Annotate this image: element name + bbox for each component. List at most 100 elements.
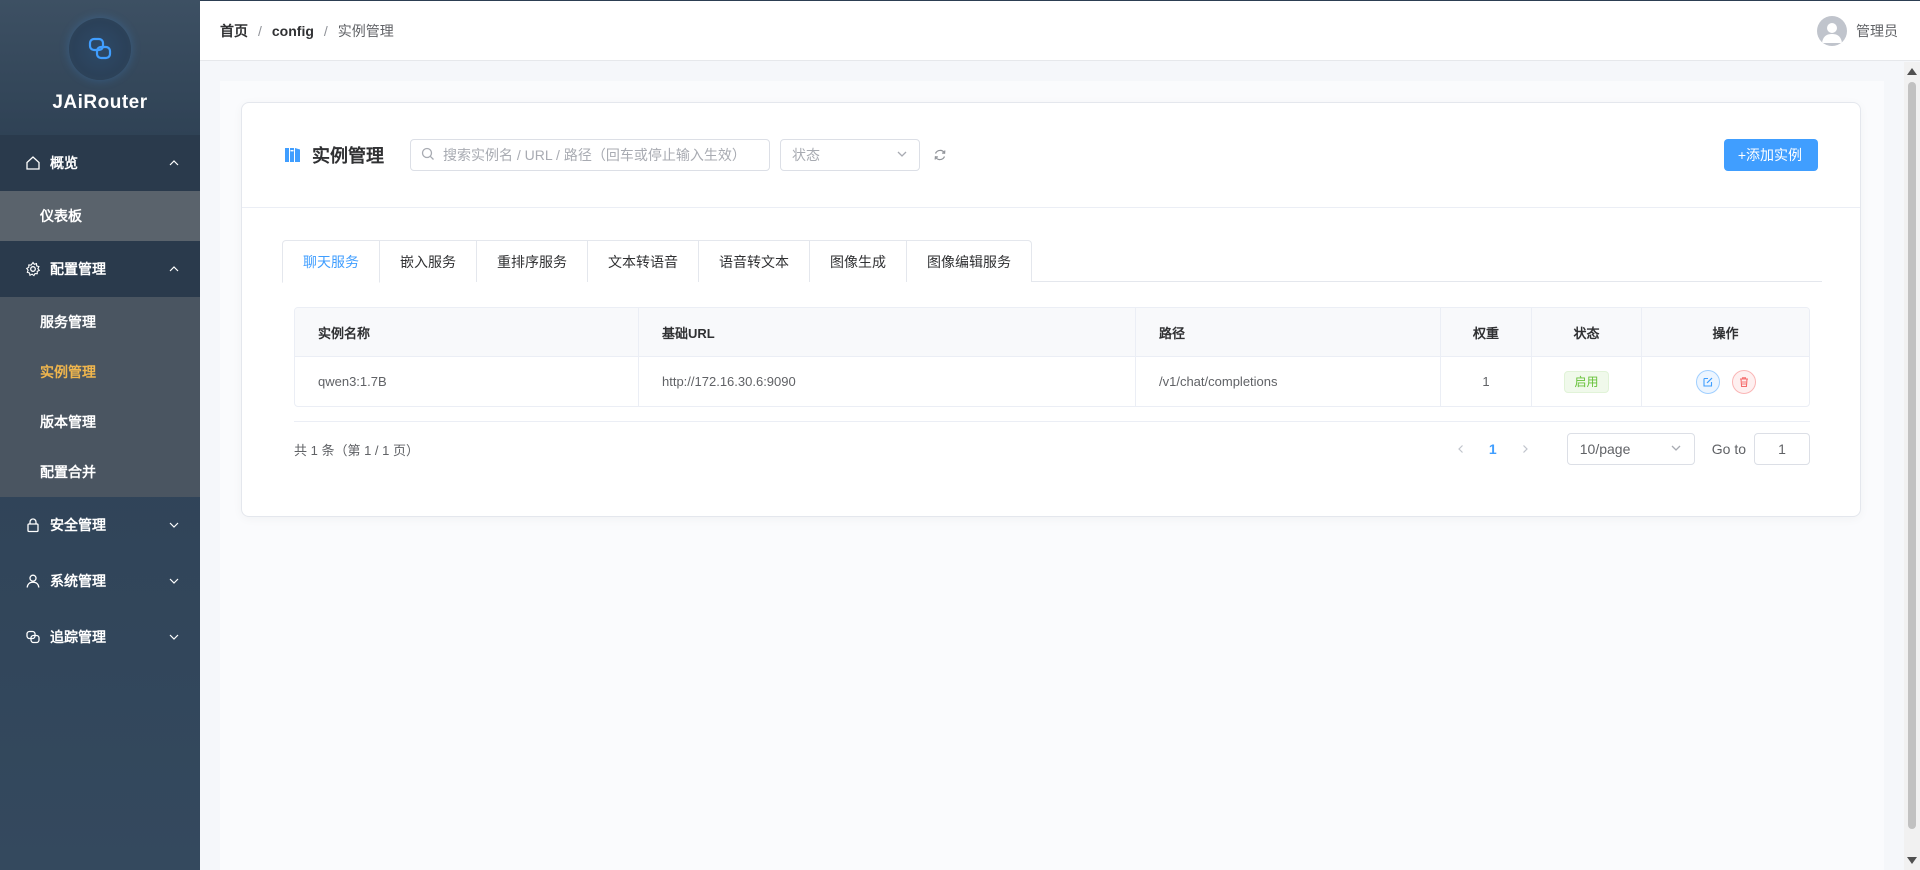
prev-page-button[interactable] <box>1449 437 1473 461</box>
link-logo-icon <box>88 37 112 60</box>
goto-label: Go to <box>1711 441 1746 457</box>
delete-button[interactable] <box>1731 369 1756 394</box>
chevron-up-icon <box>168 263 180 275</box>
breadcrumb-current: 实例管理 <box>337 22 394 39</box>
status-badge: 启用 <box>1564 370 1609 393</box>
tab-chat[interactable]: 聊天服务 <box>282 240 380 283</box>
avatar <box>1817 15 1847 46</box>
breadcrumb-home[interactable]: 首页 <box>220 21 248 41</box>
scrollbar-thumb[interactable] <box>1908 82 1916 829</box>
sidebar-item-config-merge[interactable]: 配置合并 <box>0 447 200 497</box>
sidebar: JAiRouter 概览 仪表板 配置管理 服务管理 实例管理 版本管理 配置合… <box>0 0 200 870</box>
user-menu[interactable]: 管理员 <box>1817 15 1898 46</box>
cell-actions <box>1642 357 1809 406</box>
cell-status: 启用 <box>1532 357 1642 406</box>
menu-group-label: 追踪管理 <box>50 629 106 645</box>
submenu-config: 服务管理 实例管理 版本管理 配置合并 <box>0 297 200 497</box>
menu-group-overview[interactable]: 概览 <box>0 135 200 191</box>
cell-weight: 1 <box>1441 357 1532 406</box>
tab-rerank[interactable]: 重排序服务 <box>477 240 588 282</box>
chevron-down-icon <box>168 631 180 643</box>
menu-group-config[interactable]: 配置管理 <box>0 241 200 297</box>
user-avatar-icon <box>1822 22 1842 43</box>
tab-stt[interactable]: 语音转文本 <box>699 240 810 282</box>
sidebar-item-versions[interactable]: 版本管理 <box>0 397 200 447</box>
column-header: 基础URL <box>639 308 1136 356</box>
page-size-select[interactable]: 10/page <box>1566 433 1695 465</box>
chevron-down-icon <box>168 519 180 531</box>
main-content: 实例管理 状态 +添加实例 聊天服务 嵌入服务 重排序服务 文本转语音 语音转文 <box>220 81 1884 870</box>
tab-tts[interactable]: 文本转语音 <box>588 240 699 282</box>
gear-icon <box>24 260 42 278</box>
page-title-text: 实例管理 <box>312 146 384 166</box>
column-header: 权重 <box>1441 308 1532 356</box>
scroll-up-arrow-icon[interactable] <box>1907 68 1917 75</box>
chevron-up-icon <box>168 157 180 169</box>
menu-group-label: 概览 <box>50 155 78 171</box>
service-tabs: 聊天服务 嵌入服务 重排序服务 文本转语音 语音转文本 图像生成 图像编辑服务 <box>282 240 1822 283</box>
chevron-down-icon <box>896 147 908 163</box>
chevron-down-icon <box>1670 441 1682 457</box>
breadcrumb: 首页 / config / 实例管理 <box>220 21 394 41</box>
page-number[interactable]: 1 <box>1481 441 1505 457</box>
search-box <box>410 139 770 171</box>
edit-button[interactable] <box>1695 369 1720 394</box>
column-header: 状态 <box>1532 308 1642 356</box>
app-logo <box>69 18 131 80</box>
breadcrumb-separator: / <box>258 22 262 39</box>
divider <box>294 421 1810 422</box>
cell-instance-name: qwen3:1.7B <box>295 357 639 406</box>
trace-icon <box>24 628 42 646</box>
refresh-icon[interactable] <box>932 147 948 163</box>
scrollbar[interactable] <box>1904 62 1920 870</box>
pagination-total: 共 1 条（第 1 / 1 页） <box>294 442 419 458</box>
submenu-overview: 仪表板 <box>0 191 200 241</box>
search-input[interactable] <box>443 147 759 163</box>
table-header: 实例名称 基础URL 路径 权重 状态 操作 <box>295 308 1809 356</box>
menu-group-security[interactable]: 安全管理 <box>0 497 200 553</box>
status-select[interactable]: 状态 <box>780 139 920 171</box>
instance-table: 实例名称 基础URL 路径 权重 状态 操作 qwen3:1.7B http:/… <box>294 307 1810 407</box>
edit-icon <box>1702 377 1712 387</box>
menu-group-label: 配置管理 <box>50 261 106 277</box>
card-header: 实例管理 状态 +添加实例 <box>242 103 1860 208</box>
cell-base-url: http://172.16.30.6:9090 <box>639 357 1136 406</box>
cell-path: /v1/chat/completions <box>1136 357 1441 406</box>
page-title: 实例管理 <box>284 142 384 168</box>
app-name: JAiRouter <box>52 92 148 113</box>
tab-image-gen[interactable]: 图像生成 <box>810 240 907 282</box>
scroll-down-arrow-icon[interactable] <box>1907 857 1917 864</box>
user-name: 管理员 <box>1856 22 1898 39</box>
goto-input[interactable]: 1 <box>1754 433 1810 465</box>
instance-card: 实例管理 状态 +添加实例 聊天服务 嵌入服务 重排序服务 文本转语音 语音转文 <box>241 102 1861 517</box>
pagination: 共 1 条（第 1 / 1 页） 1 10/page Go to 1 <box>294 433 1810 465</box>
trash-icon <box>1739 376 1748 387</box>
status-select-placeholder: 状态 <box>792 147 820 163</box>
add-instance-button[interactable]: +添加实例 <box>1723 139 1818 171</box>
menu-group-tracing[interactable]: 追踪管理 <box>0 609 200 665</box>
next-page-button[interactable] <box>1513 437 1537 461</box>
tab-embedding[interactable]: 嵌入服务 <box>380 240 477 282</box>
tab-image-edit[interactable]: 图像编辑服务 <box>907 240 1032 282</box>
menu-group-label: 系统管理 <box>50 573 106 589</box>
breadcrumb-config[interactable]: config <box>272 23 314 39</box>
book-icon <box>284 146 302 164</box>
sidebar-item-services[interactable]: 服务管理 <box>0 297 200 347</box>
sidebar-item-instances[interactable]: 实例管理 <box>0 347 200 397</box>
brand: JAiRouter <box>0 0 200 135</box>
sidebar-item-dashboard[interactable]: 仪表板 <box>0 191 200 241</box>
breadcrumb-separator: / <box>323 22 328 39</box>
column-header: 操作 <box>1712 325 1739 341</box>
column-header: 实例名称 <box>295 308 639 356</box>
top-bar: 首页 / config / 实例管理 管理员 <box>200 0 1920 61</box>
home-icon <box>24 154 42 172</box>
column-header: 路径 <box>1136 308 1441 356</box>
chevron-down-icon <box>168 575 180 587</box>
user-icon <box>24 572 42 590</box>
lock-icon <box>24 516 42 534</box>
search-icon <box>421 147 435 164</box>
chevron-right-icon <box>1522 445 1528 453</box>
menu-group-label: 安全管理 <box>50 517 106 533</box>
menu-group-system[interactable]: 系统管理 <box>0 553 200 609</box>
chevron-left-icon <box>1457 445 1463 453</box>
